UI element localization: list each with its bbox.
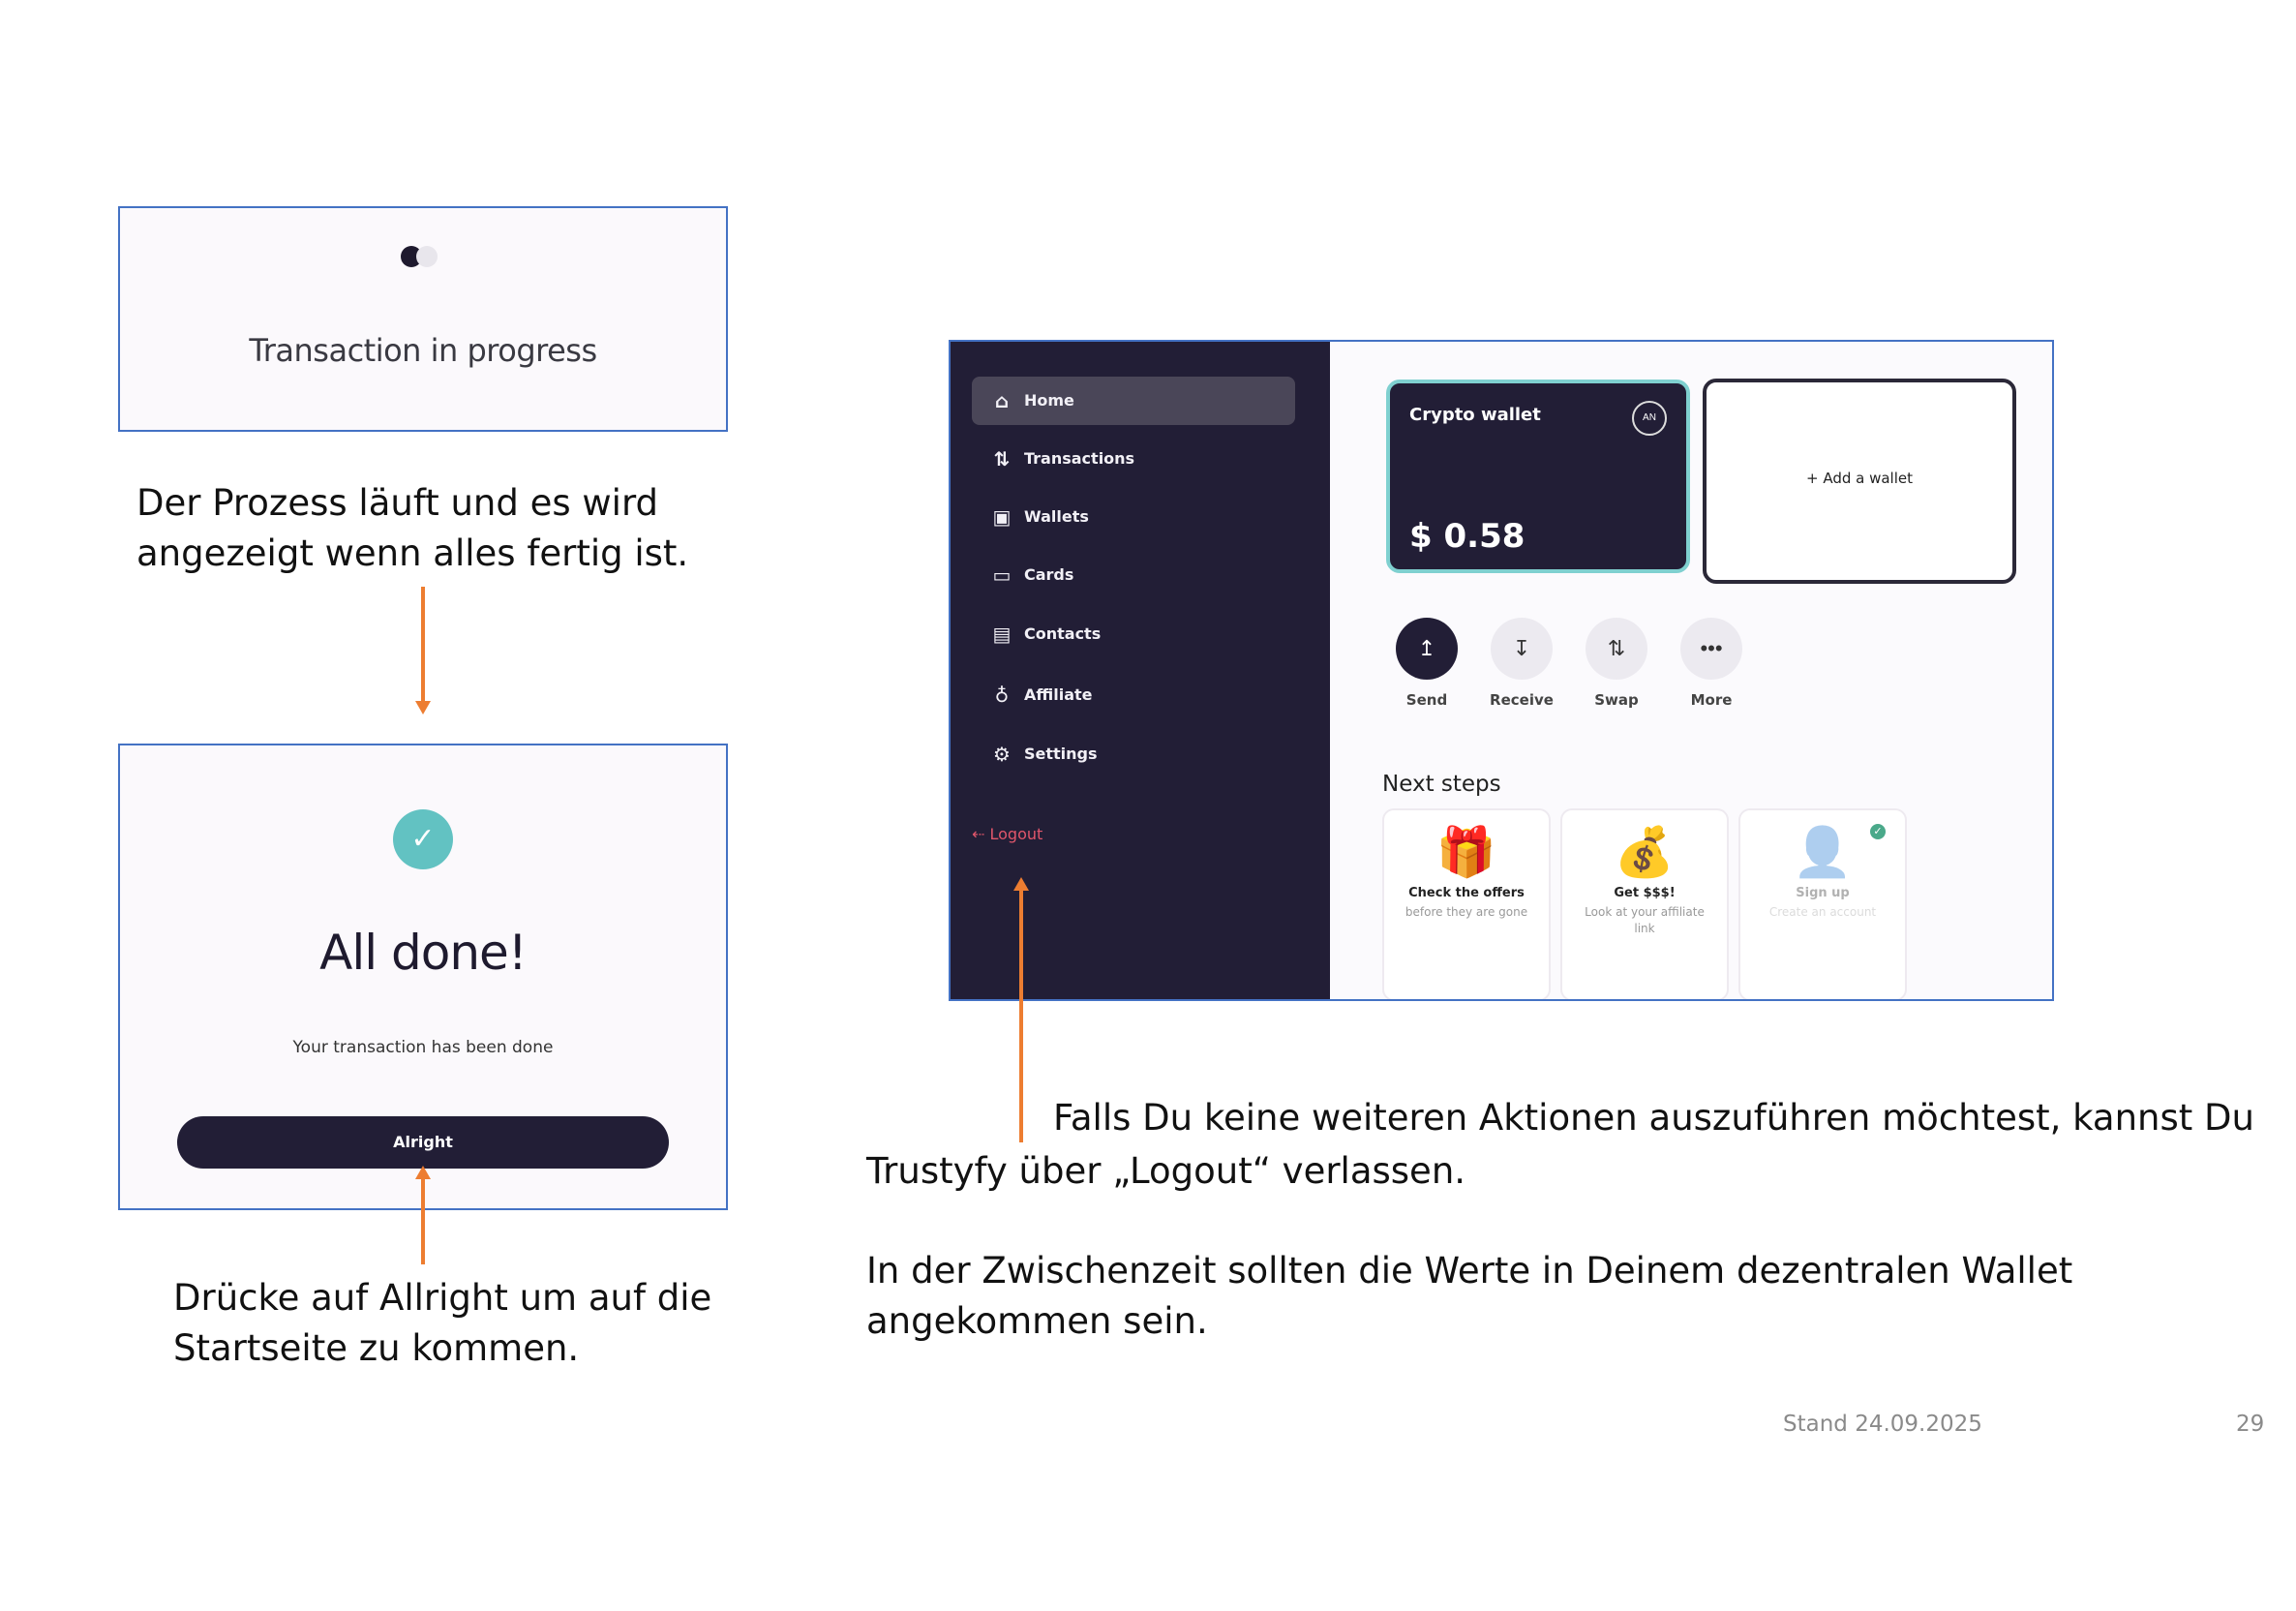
all-done-screenshot: ✓ All done! Your transaction has been do…	[118, 744, 728, 1210]
next-step-offers[interactable]: 🎁 Check the offers before they are gone	[1382, 808, 1551, 999]
wallet-icon: ▣	[992, 505, 1012, 529]
step-desc: Create an account	[1768, 905, 1877, 919]
add-wallet-card[interactable]: + Add a wallet	[1703, 379, 2016, 584]
receive-icon: ↧	[1491, 618, 1553, 680]
arrow-down-line	[421, 587, 425, 703]
more-button[interactable]: ••• More	[1668, 618, 1755, 709]
gift-icon: 🎁	[1435, 824, 1497, 880]
swap-label: Swap	[1594, 691, 1639, 709]
dashboard-screenshot: ⌂ Home ⇅ Transactions ▣ Wallets ▭ Cards …	[949, 340, 2054, 1001]
send-button[interactable]: ↥ Send	[1383, 618, 1470, 709]
loading-spinner-icon	[401, 244, 445, 269]
done-subtitle: Your transaction has been done	[292, 1038, 554, 1057]
logout-caption-line1: Falls Du keine weiteren Aktionen auszufü…	[1053, 1097, 2254, 1139]
logout-caption-line2: Trustyfy über „Logout“ verlassen.	[866, 1150, 1466, 1192]
sidebar-item-transactions[interactable]: ⇅ Transactions	[972, 435, 1295, 483]
sidebar-item-label: Home	[1024, 391, 1074, 410]
send-icon: ↥	[1396, 618, 1458, 680]
step-desc: before they are gone	[1405, 905, 1528, 919]
receive-button[interactable]: ↧ Receive	[1478, 618, 1565, 709]
crypto-wallet-card[interactable]: Crypto wallet AN $ 0.58	[1386, 380, 1690, 573]
next-step-signup[interactable]: ✓ 👤 Sign up Create an account	[1738, 808, 1907, 999]
swap-icon: ⇅	[1586, 618, 1647, 680]
sidebar-item-label: Transactions	[1024, 449, 1135, 468]
progress-title: Transaction in progress	[249, 332, 597, 369]
transaction-progress-screenshot: Transaction in progress	[118, 206, 728, 432]
gear-icon: ⚙	[993, 743, 1011, 766]
step-title: Check the offers	[1408, 886, 1525, 900]
add-wallet-label: + Add a wallet	[1805, 470, 1913, 487]
next-steps-title: Next steps	[1382, 772, 1501, 797]
arrow-down-head-icon	[415, 701, 431, 714]
check-icon: ✓	[393, 809, 453, 869]
sidebar-item-label: Contacts	[1024, 624, 1102, 643]
arrow-up-line	[421, 1177, 425, 1264]
swap-button[interactable]: ⇅ Swap	[1573, 618, 1660, 709]
more-label: More	[1690, 691, 1733, 709]
sidebar-item-label: Wallets	[1024, 507, 1089, 526]
logout-icon: ⇠	[972, 825, 985, 843]
sidebar-item-label: Affiliate	[1024, 685, 1093, 704]
sidebar-item-label: Settings	[1024, 745, 1098, 763]
wallet-name: Crypto wallet	[1409, 405, 1541, 425]
sidebar-item-settings[interactable]: ⚙ Settings	[972, 730, 1295, 778]
transactions-icon: ⇅	[993, 447, 1011, 471]
done-title: All done!	[319, 925, 528, 981]
wallet-avatar: AN	[1632, 401, 1667, 436]
alright-caption: Drücke auf Allright um auf die Startseit…	[173, 1277, 712, 1369]
receive-label: Receive	[1490, 691, 1554, 709]
logout-link[interactable]: ⇠ Logout	[972, 825, 1042, 843]
sidebar-item-contacts[interactable]: ▤ Contacts	[972, 610, 1295, 658]
progress-caption: Der Prozess läuft und es wird angezeigt …	[136, 482, 689, 574]
footer-date: Stand 24.09.2025	[1783, 1412, 1982, 1437]
step-desc: Look at your affiliate link	[1585, 905, 1705, 935]
wallet-balance: $ 0.58	[1409, 517, 1526, 556]
sidebar-item-home[interactable]: ⌂ Home	[972, 377, 1295, 425]
sidebar-item-cards[interactable]: ▭ Cards	[972, 551, 1295, 599]
step-title: Sign up	[1796, 886, 1850, 900]
card-icon: ▭	[992, 563, 1012, 587]
contacts-icon: ▤	[992, 623, 1012, 646]
sidebar-item-affiliate[interactable]: ♁ Affiliate	[972, 671, 1295, 719]
coins-icon: 💰	[1614, 824, 1676, 880]
affiliate-icon: ♁	[994, 684, 1010, 707]
home-icon: ⌂	[994, 389, 1010, 412]
page-number: 29	[2236, 1412, 2265, 1437]
logout-label: Logout	[989, 825, 1043, 843]
step-title: Get $$$!	[1614, 886, 1676, 900]
next-step-affiliate[interactable]: 💰 Get $$$! Look at your affiliate link	[1560, 808, 1729, 999]
more-icon: •••	[1680, 618, 1742, 680]
sidebar: ⌂ Home ⇅ Transactions ▣ Wallets ▭ Cards …	[951, 342, 1330, 999]
wallet-caption: In der Zwischenzeit sollten die Werte in…	[866, 1250, 2073, 1342]
dashboard-main: Crypto wallet AN $ 0.58 + Add a wallet ↥…	[1330, 342, 2052, 999]
send-label: Send	[1405, 691, 1448, 709]
arrow-up-logout-line	[1019, 889, 1023, 1142]
alright-button[interactable]: Alright	[177, 1116, 669, 1169]
sidebar-item-wallets[interactable]: ▣ Wallets	[972, 493, 1295, 541]
signup-icon: 👤	[1792, 824, 1854, 880]
sidebar-item-label: Cards	[1024, 565, 1074, 584]
